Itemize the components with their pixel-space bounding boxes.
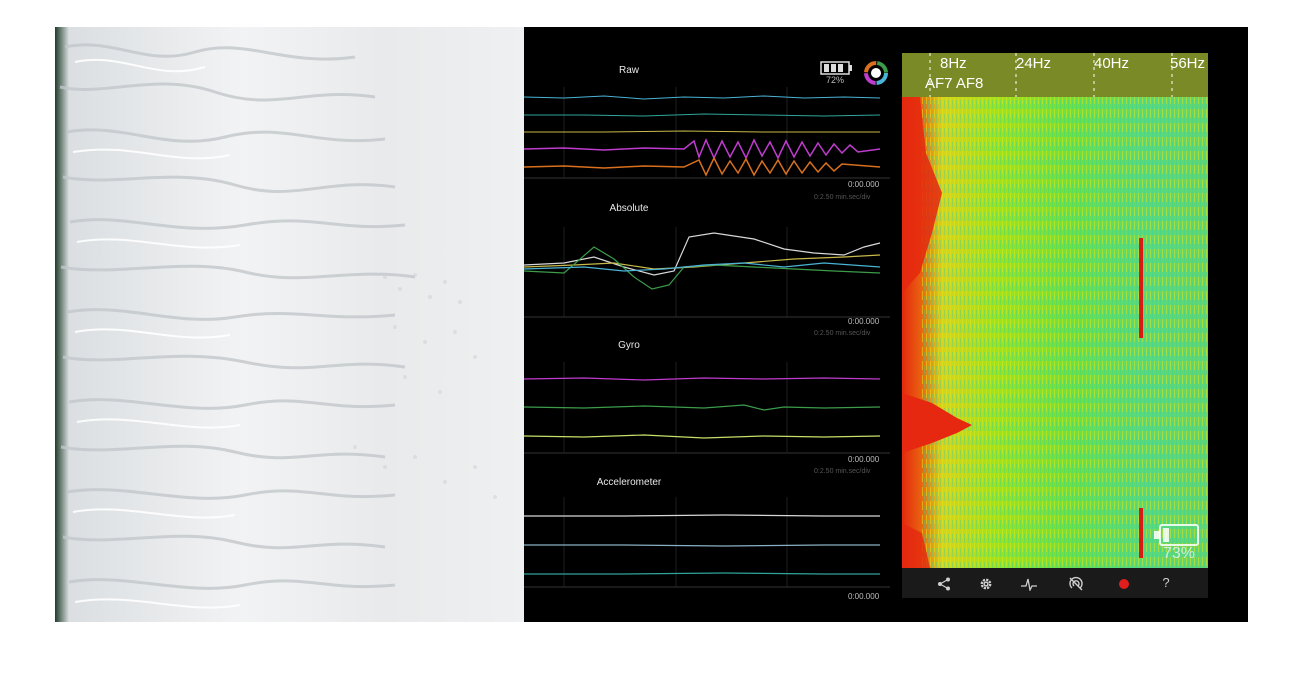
pulse-icon[interactable] [1021,577,1037,591]
absolute-scale: 0:2.50 min.sec/div [814,330,871,337]
freq-label-56hz: 56Hz [1170,55,1206,72]
absolute-title: Absolute [609,203,649,214]
gyro-title: Gyro [618,340,640,351]
sculpture-photo [55,27,524,622]
gyro-trace-1 [524,377,881,381]
headset-status-icon [864,61,888,85]
freq-label-8hz: 8Hz [940,55,967,72]
accel-trace-3 [524,572,880,575]
raw-timestamp: 0:00.000 [848,180,880,189]
sculpture-texture [55,27,497,622]
accelerometer-timestamp: 0:00.000 [848,592,880,601]
help-icon[interactable]: ? [1158,575,1174,590]
freq-label-24hz: 24Hz [1016,55,1052,72]
raw-trace-5 [524,156,881,177]
gyro-trace-3 [524,434,881,439]
channel-label: AF7 AF8 [925,75,984,92]
accel-trace-2 [524,544,880,547]
gyro-timestamp: 0:00.000 [848,455,880,464]
record-icon[interactable] [1118,578,1130,590]
settings-gear-icon[interactable] [979,577,993,591]
raw-trace-4 [524,138,881,160]
sensor-off-icon[interactable] [1068,576,1084,592]
raw-trace-2 [524,113,881,117]
absolute-timestamp: 0:00.000 [848,317,880,326]
gyro-scale: 0:2.50 min.sec/div [814,468,871,475]
spectrogram-image [902,53,1208,568]
share-icon[interactable] [937,577,951,591]
raw-trace-1 [524,95,881,100]
absolute-trace-1 [524,232,881,276]
freq-label-40hz: 40Hz [1094,55,1130,72]
eeg-traces [524,87,890,588]
battery-percent: 72% [826,75,845,85]
gyro-trace-2 [524,404,881,411]
accelerometer-title: Accelerometer [596,477,662,488]
eeg-panel: 72% Raw 0:00.000 0:2.50 min.sec/div Abso… [524,27,900,622]
absolute-trace-4 [524,262,881,272]
raw-title: Raw [618,65,639,76]
raw-trace-3 [524,130,880,133]
accel-trace-1 [524,514,880,517]
raw-scale: 0:2.50 min.sec/div [814,194,871,201]
spectro-battery-percent: 73% [1163,545,1196,562]
